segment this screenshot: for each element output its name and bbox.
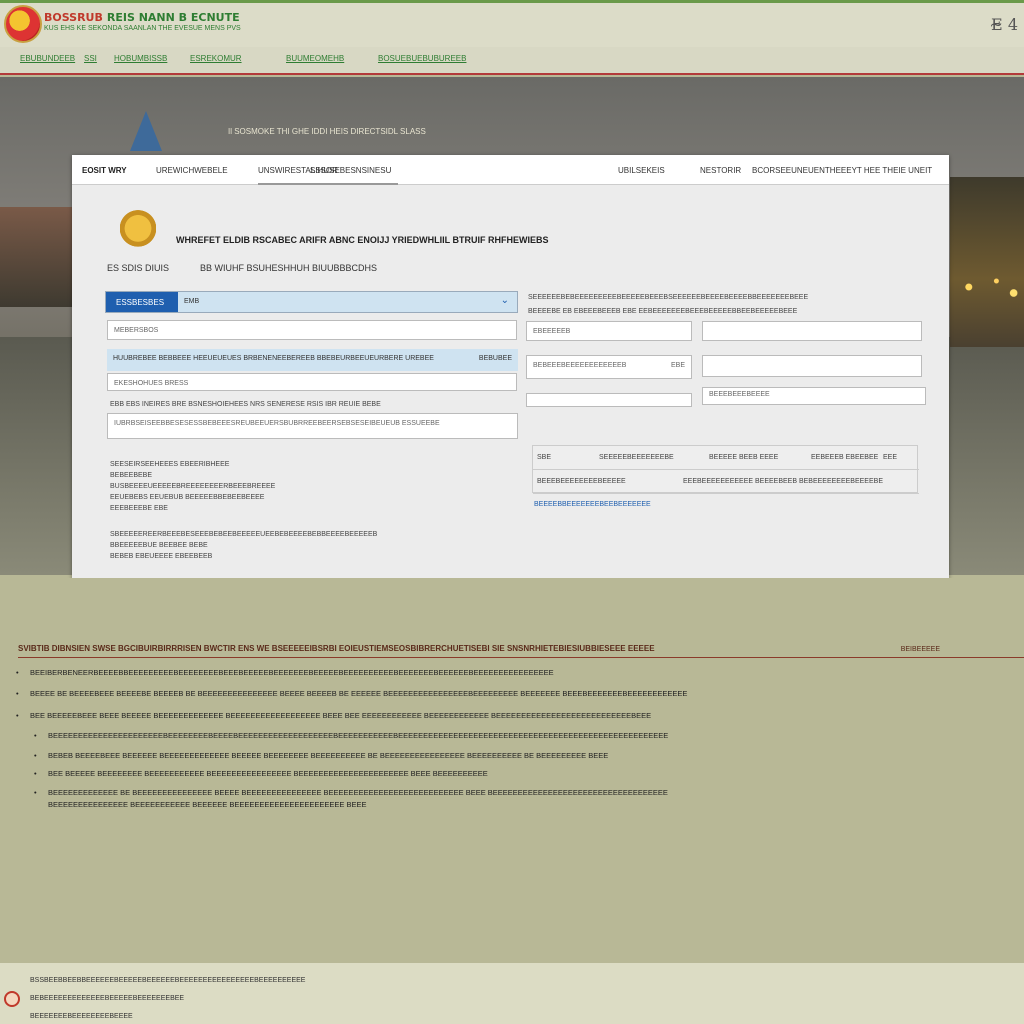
brand-title: BOSSRUB REIS NANN B ECNUTE <box>44 11 240 24</box>
hero-lights <box>955 257 1024 317</box>
table-cell: SEEEEEBEEEEEEEBE <box>599 454 674 461</box>
site-footer: BSSBEEBBEEBBEEEEEEBEEEEEBEEEEEEBEEEEEEEE… <box>0 963 1024 1024</box>
list-item: • BEEEEEEEEEEEEE BE BEEEEEEEEEEEEEEE BEEE… <box>34 788 668 797</box>
table-cell: SBE <box>537 454 552 461</box>
text-field[interactable] <box>702 321 922 341</box>
footer-line[interactable]: BEEEEEEEBEEEEEEEEBEEEE <box>30 1013 133 1020</box>
list-item: • BEEEEEEEEEEEEEEEEEEEEEEBEEEEEEEEBEEEEBE… <box>34 731 669 740</box>
chevron-down-icon: ⌄ <box>500 295 509 306</box>
text-field[interactable] <box>526 393 692 407</box>
nav-item[interactable]: SSI <box>84 54 97 63</box>
list-item-text: BEEEEEEEEEEEEE BE BEEEEEEEEEEEEEEE BEEEE… <box>48 788 668 797</box>
section-title: SVIBTIB DIBNSIEN SWSE BGCIBUIRBIRRRISEN … <box>18 644 655 653</box>
text-field[interactable]: EKESHOHUES BRESS <box>107 373 517 391</box>
hero-temple-left <box>0 207 72 307</box>
list-item: • BEE BEEEEE BEEEEEEEE BEEEEEEEEEEE BEEEE… <box>34 769 488 778</box>
section-meta: BEIBEEEEE <box>900 646 940 653</box>
tab-item[interactable]: UBILSEKEIS <box>618 166 665 175</box>
form-title: WHREFET ELDIB RSCABEC ARIFR ABNC ENOIJJ … <box>176 235 549 245</box>
site-header: BOSSRUB REIS NANN B ECNUTE KUS EHS KE SEK… <box>0 3 1024 47</box>
brand-title-part-2: REIS NANN B ECNUTE <box>106 11 240 24</box>
table-row: BEEEBEEEEEEEEBEEEEE EEEBEEEEEEEEEEE BEEE… <box>533 470 919 494</box>
form-reference-detail: BB WIUHF BSUHESHHUH BIUUBBBCDHS <box>200 263 378 273</box>
brand-subtitle: KUS EHS KE SEKONDA SAANLAN THE EVESUE ME… <box>44 25 241 32</box>
summary-table: SBE SEEEEEBEEEEEEEBE BEEEEE BEEB EEEE EE… <box>532 445 919 494</box>
emblem-icon <box>120 210 156 256</box>
tab-item[interactable]: SIHUSEBESNSINESU <box>310 166 391 175</box>
footnote: BEBEB EBEUEEEE EBEEBEEB <box>110 553 213 560</box>
footnote: SBEEEEEREERBEEEBESEEEBEBEEBEEEEEUEEBEBEE… <box>110 531 378 538</box>
text-field[interactable]: MEBERSBOS <box>107 320 517 340</box>
hero-spire <box>130 111 162 151</box>
list-item-continued: BEEEEEEEEEEEEEEE BEEEEEEEEEEE BEEEEEE BE… <box>48 800 367 809</box>
text-field-suffix: EBE <box>670 362 685 369</box>
hero-caption: Il SOSMOKE THI GHE IDDI HEIS DIRECTSIDL … <box>228 127 426 136</box>
list-item: • BEEEE BE BEEEEBEEE BEEEEBE BEEEEB BE BE… <box>16 689 688 698</box>
tab-item[interactable]: BCORSEEUNEUENTHEEEYT HEE THEIE UNEIT <box>752 166 932 175</box>
tab-home[interactable]: EOSIT WRY <box>82 166 127 175</box>
textarea-field[interactable]: IUBRBSEISEEBBESESESSBEBEEESREUBEEUERSBUB… <box>107 413 518 439</box>
table-cell: BEEEEE BEEB EEEE <box>709 454 779 461</box>
nav-item[interactable]: BOSUEBUEBUBUREEB <box>378 54 466 63</box>
brand-title-part-1: BOSSRUB <box>44 11 103 24</box>
text-field[interactable]: BEEEBEEEBEEEE <box>702 387 926 405</box>
table-cell: BEEEBEEEEEEEEBEEEEE <box>537 478 626 485</box>
list-item-text: BEEIBERBENEERBEEEEBBEEEEEEEEEBEEEEEEEEBE… <box>30 668 554 677</box>
site-logo[interactable] <box>4 5 42 43</box>
table-cell: EEEBEEEEEEEEEEE BEEEEBEEB BEBEEEEEEEEBEE… <box>683 478 883 485</box>
list-item: • BEBEB BEEEEBEEE BEEEEEE BEEEEEEEEEEEEE … <box>34 751 609 760</box>
form-reference: ES SDIS DIUIS <box>107 263 170 273</box>
list-item-text: BEEEE BE BEEEEBEEE BEEEEBE BEEEEB BE BEE… <box>30 689 688 698</box>
list-item-text: BEEEEEEEEEEEEEEEEEEEEEEBEEEEEEEEBEEEEBEE… <box>48 731 669 740</box>
section-divider <box>18 657 1024 658</box>
text-field-value: BEBEEEBEEEEEEEEEEEEB <box>533 362 627 369</box>
text-field[interactable]: EBEEEEEB <box>526 321 692 341</box>
right-field-label: BEEEEBE EB EBEEEBEEEB EBE EEBEEEEEEEBEEE… <box>528 308 798 315</box>
list-item-text: BEE BEEEEE BEEEEEEEE BEEEEEEEEEEE BEEEEE… <box>48 769 488 778</box>
info-line: SEESEIRSEEHEEES EBEERIBHEEE <box>110 461 230 468</box>
text-field[interactable]: BEBEEEBEEEEEEEEEEEEB EBE <box>526 355 692 379</box>
text-field[interactable] <box>702 355 922 377</box>
field-note: EBB EBS INEIRES BRE BSNESHOIEHEES NRS SE… <box>110 401 381 408</box>
active-tab-indicator <box>258 183 398 185</box>
selected-row-action[interactable]: BEBUBEE <box>479 355 512 362</box>
list-item: • BEE BEEEEEBEEE BEEE BEEEEE BEEEEEEEEEEE… <box>16 711 652 720</box>
nav-item[interactable]: ESREKOMUR <box>190 54 242 63</box>
table-cell: EEBEEEB EBEEBEE <box>811 454 879 461</box>
right-section-header: SEEEEEEBEBEEEEEEEEEBEEEEEBEEEBSEEEEEEBEE… <box>528 294 809 301</box>
category-select[interactable]: ESSBESBES EMB ⌄ <box>105 291 518 313</box>
select-tag: ESSBESBES <box>106 292 178 312</box>
selected-row-text: HUUBREBEE BEBBEEE HEEUEUEUES BRBENENEEBE… <box>113 355 434 362</box>
nav-item[interactable]: EBUBUNDEEB <box>20 54 75 63</box>
tab-item[interactable]: UREWICHWEBELE <box>156 166 228 175</box>
table-row: SBE SEEEEEBEEEEEEEBE BEEEEE BEEB EEEE EE… <box>533 446 919 470</box>
info-line: BUSBEEEEUEEEEEBREEEEEEEERBEEEBREEEE <box>110 483 276 490</box>
selected-row[interactable]: HUUBREBEE BEBBEEE HEEUEUEUES BRBENENEEBE… <box>107 349 518 371</box>
tab-item[interactable]: NESTORIR <box>700 166 741 175</box>
panel-tab-bar: EOSIT WRY UREWICHWEBELE UNSWIRESTALSSOR … <box>72 155 949 185</box>
main-nav: EBUBUNDEEB SSI HOBUMBISSB ESREKOMUR BUUM… <box>0 47 1024 75</box>
nav-item[interactable]: BUUMEOMEHB <box>286 54 344 63</box>
info-section: SVIBTIB DIBNSIEN SWSE BGCIBUIRBIRRRISEN … <box>0 578 1024 963</box>
info-line: BEBEEBEBE <box>110 472 153 479</box>
language-switcher[interactable]: E̴ 4 <box>991 15 1018 34</box>
footer-line: BEBEEEEEEEEEEEEEBEEEEEBEEEEEEEBEE <box>30 995 185 1002</box>
footnote: BBEEEEEBUE BEEBEE BEBE <box>110 542 208 549</box>
list-item: • BEEIBERBENEERBEEEEBBEEEEEEEEEBEEEEEEEEB… <box>16 668 554 677</box>
select-value: EMB <box>184 298 200 305</box>
nav-item[interactable]: HOBUMBISSB <box>114 54 167 63</box>
info-line: EEEBEEEBE EBE <box>110 505 168 512</box>
form-panel: EOSIT WRY UREWICHWEBELE UNSWIRESTALSSOR … <box>72 155 949 578</box>
details-link[interactable]: BEEEEBBEEEEEEEBEEBEEEEEEE <box>534 501 651 508</box>
footer-logo-icon <box>4 991 20 1007</box>
list-item-text: BEBEB BEEEEBEEE BEEEEEE BEEEEEEEEEEEEE B… <box>48 751 609 760</box>
list-item-text: BEE BEEEEEBEEE BEEE BEEEEE BEEEEEEEEEEEE… <box>30 711 652 720</box>
table-cell: EEE <box>883 454 898 461</box>
footer-line: BSSBEEBBEEBBEEEEEEBEEEEEBEEEEEEBEEEEEEEE… <box>30 977 306 984</box>
info-line: EEUEBEBS EEUEBUB BEEEEEBBEBEEBEEEE <box>110 494 265 501</box>
